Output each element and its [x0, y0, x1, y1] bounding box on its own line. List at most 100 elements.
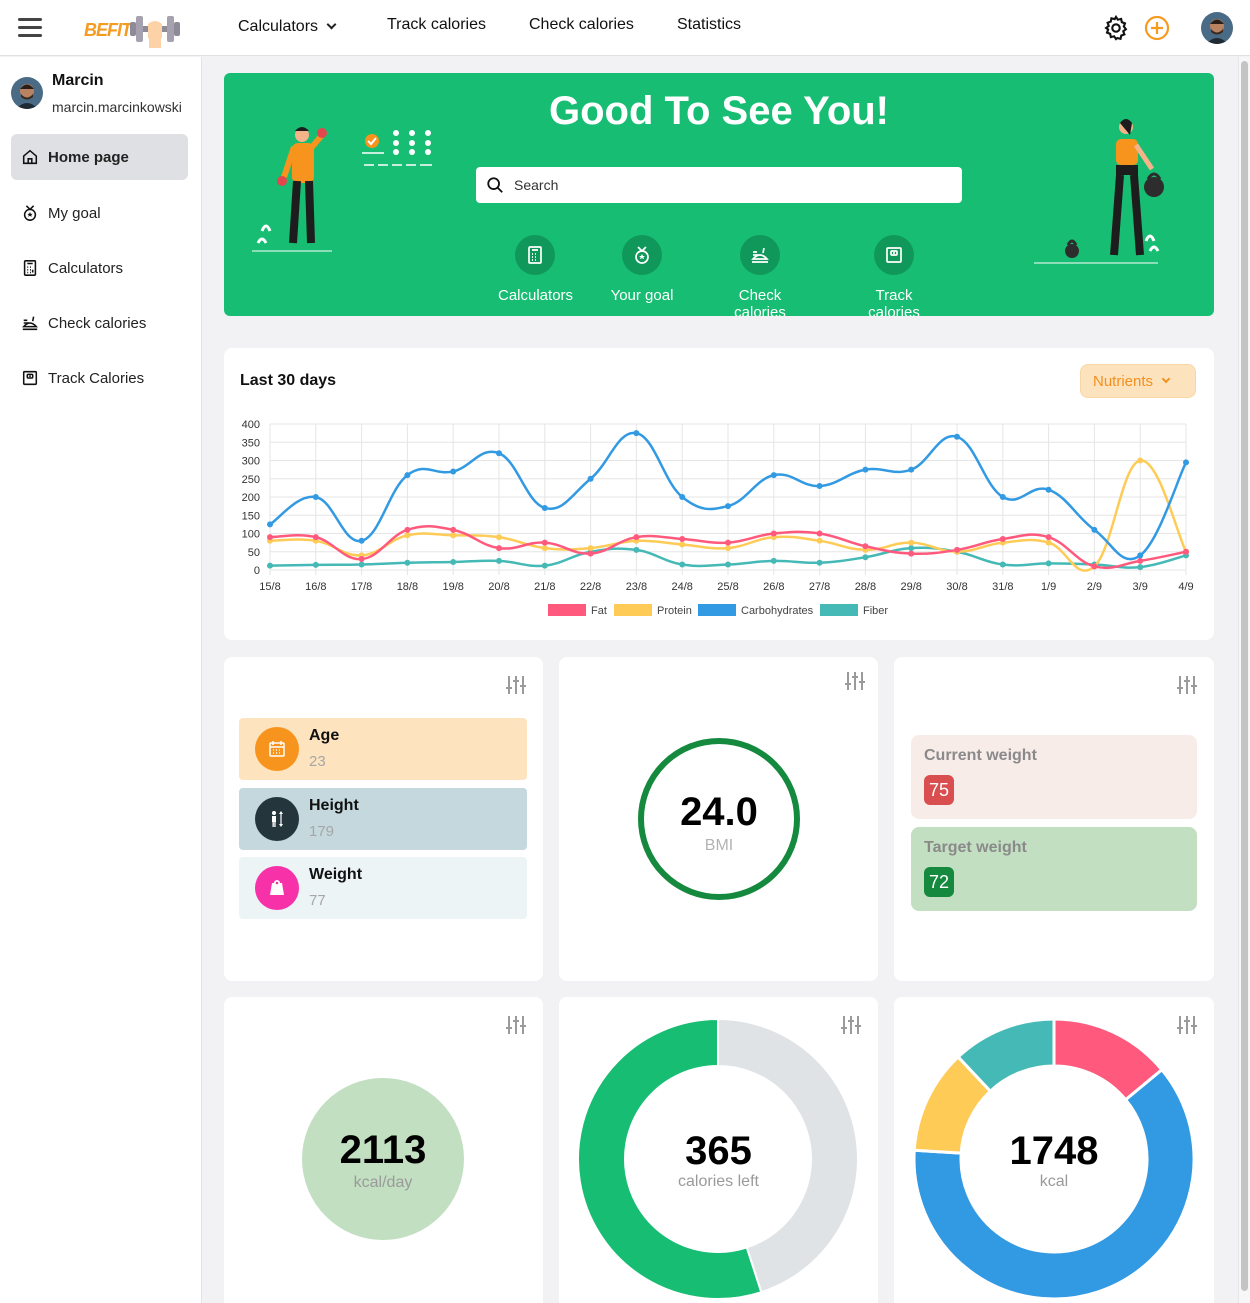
data-point-carbohydrates[interactable] [908, 466, 915, 473]
legend-swatch-fiber[interactable] [820, 604, 858, 616]
data-point-protein[interactable] [404, 532, 411, 539]
data-point-fiber[interactable] [679, 561, 686, 568]
legend-swatch-carbohydrates[interactable] [698, 604, 736, 616]
data-point-protein[interactable] [496, 534, 502, 541]
data-point-carbohydrates[interactable] [1183, 459, 1189, 466]
quick-link-calculators[interactable]: Calculators [498, 235, 573, 304]
data-point-protein[interactable] [587, 545, 594, 552]
data-point-fiber[interactable] [267, 562, 273, 569]
data-point-carbohydrates[interactable] [725, 503, 731, 510]
sliders-icon[interactable] [1176, 675, 1198, 695]
gear-icon[interactable] [1102, 14, 1130, 42]
data-point-fat[interactable] [496, 545, 502, 552]
data-point-fiber[interactable] [496, 557, 502, 564]
scrollbar-thumb[interactable] [1241, 61, 1248, 1291]
data-point-fiber[interactable] [725, 561, 731, 568]
sidebar-item-check-calories[interactable]: Check calories [11, 300, 188, 346]
data-point-fiber[interactable] [404, 559, 411, 566]
profile-avatar[interactable] [11, 77, 43, 109]
data-point-fiber[interactable] [816, 559, 823, 566]
data-point-carbohydrates[interactable] [267, 521, 273, 528]
data-point-protein[interactable] [725, 545, 731, 552]
data-point-protein[interactable] [908, 539, 915, 546]
data-point-fat[interactable] [816, 530, 823, 537]
page-scrollbar[interactable] [1238, 57, 1250, 1303]
data-point-fat[interactable] [954, 546, 960, 553]
sidebar-item-my-goal[interactable]: My goal [11, 190, 188, 236]
data-point-fat[interactable] [1137, 557, 1144, 564]
data-point-fat[interactable] [1183, 548, 1189, 555]
sidebar-item-track-calories[interactable]: Track Calories [11, 355, 188, 401]
user-avatar[interactable] [1201, 12, 1233, 44]
search-input[interactable] [514, 177, 934, 193]
data-point-fat[interactable] [999, 535, 1006, 542]
data-point-fat[interactable] [1091, 563, 1098, 570]
data-point-protein[interactable] [679, 541, 686, 548]
data-point-carbohydrates[interactable] [816, 483, 823, 490]
data-point-protein[interactable] [1045, 539, 1052, 546]
sliders-icon[interactable] [505, 675, 527, 695]
legend-label[interactable]: Fat [591, 605, 607, 617]
data-point-protein[interactable] [541, 545, 548, 552]
data-point-fat[interactable] [770, 530, 777, 537]
data-point-fiber[interactable] [312, 561, 319, 568]
data-point-carbohydrates[interactable] [587, 475, 594, 482]
data-point-carbohydrates[interactable] [358, 537, 365, 544]
nutrients-dropdown[interactable]: Nutrients [1080, 364, 1196, 398]
data-point-carbohydrates[interactable] [1091, 526, 1098, 533]
data-point-fiber[interactable] [1137, 564, 1144, 571]
data-point-carbohydrates[interactable] [999, 494, 1006, 500]
nutrients-line-chart[interactable]: 0 50 100 150 200 250 300 350 400 15/8 16/8 17/8 18/8… [224, 348, 1214, 640]
data-point-fiber[interactable] [1045, 560, 1052, 567]
data-point-fiber[interactable] [862, 554, 869, 561]
search-bar[interactable] [476, 167, 962, 203]
data-point-fiber[interactable] [633, 546, 640, 553]
sidebar-item-calculators[interactable]: Calculators [11, 245, 188, 291]
data-point-carbohydrates[interactable] [312, 494, 319, 500]
data-point-carbohydrates[interactable] [541, 504, 548, 511]
data-point-fat[interactable] [450, 526, 457, 533]
legend-swatch-protein[interactable] [614, 604, 652, 616]
legend-swatch-fat[interactable] [548, 604, 586, 616]
data-point-protein[interactable] [1137, 457, 1144, 464]
quick-link-track-calories[interactable]: Track calories [848, 235, 940, 316]
data-point-protein[interactable] [816, 537, 823, 544]
data-point-carbohydrates[interactable] [1045, 486, 1052, 493]
data-point-fiber[interactable] [770, 557, 777, 564]
nav-statistics[interactable]: Statistics [677, 16, 741, 34]
data-point-fiber[interactable] [358, 561, 365, 568]
data-point-fat[interactable] [1045, 534, 1052, 541]
quick-link-your-goal[interactable]: Your goal [610, 235, 674, 304]
data-point-fat[interactable] [312, 534, 319, 541]
sliders-icon[interactable] [505, 1015, 527, 1035]
data-point-fat[interactable] [541, 539, 548, 546]
data-point-carbohydrates[interactable] [770, 472, 777, 479]
add-icon[interactable] [1143, 14, 1171, 42]
data-point-carbohydrates[interactable] [679, 494, 686, 500]
data-point-fat[interactable] [633, 534, 640, 541]
data-point-carbohydrates[interactable] [862, 466, 869, 473]
nav-check-calories[interactable]: Check calories [529, 16, 634, 34]
sliders-icon[interactable] [844, 671, 866, 691]
data-point-carbohydrates[interactable] [954, 433, 960, 440]
legend-label[interactable]: Protein [657, 605, 692, 617]
data-point-carbohydrates[interactable] [450, 468, 457, 475]
nav-track-calories[interactable]: Track calories [387, 16, 486, 34]
data-point-fat[interactable] [725, 539, 731, 546]
nav-calculators[interactable]: Calculators [238, 18, 337, 36]
data-point-fiber[interactable] [541, 562, 548, 569]
data-point-carbohydrates[interactable] [1137, 552, 1144, 559]
data-point-fat[interactable] [358, 556, 365, 563]
data-point-carbohydrates[interactable] [404, 472, 411, 479]
sidebar-item-home[interactable]: Home page [11, 134, 188, 180]
legend-label[interactable]: Fiber [863, 605, 888, 617]
menu-icon[interactable] [18, 18, 42, 38]
quick-link-check-calories[interactable]: Check calories [712, 235, 808, 316]
data-point-fiber[interactable] [999, 561, 1006, 568]
data-point-fat[interactable] [679, 535, 686, 542]
data-point-fat[interactable] [404, 526, 411, 533]
data-point-carbohydrates[interactable] [496, 450, 502, 457]
data-point-fat[interactable] [862, 543, 869, 550]
data-point-fiber[interactable] [908, 545, 915, 552]
app-logo[interactable]: BEFIT [84, 10, 184, 48]
